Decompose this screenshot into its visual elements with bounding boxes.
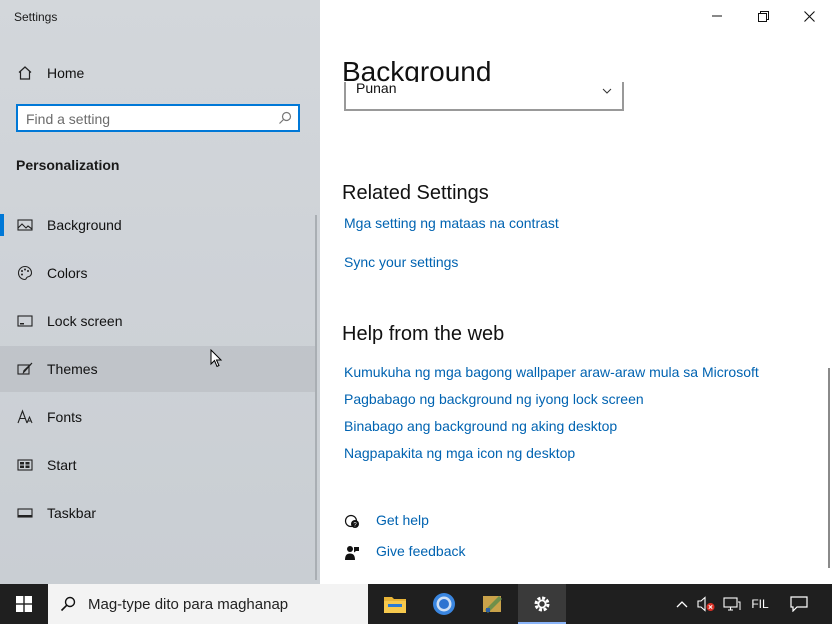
show-hidden-icons-button[interactable]: [672, 584, 692, 624]
get-help-link[interactable]: Get help: [376, 512, 429, 528]
network-button[interactable]: [720, 584, 744, 624]
palette-icon: [17, 265, 33, 281]
search-icon[interactable]: [278, 111, 292, 125]
chrome-taskbar-button[interactable]: [420, 584, 468, 624]
input-language-button[interactable]: FIL: [746, 584, 774, 624]
home-nav-item[interactable]: Home: [0, 58, 320, 88]
close-icon: [803, 10, 815, 22]
restore-button[interactable]: [740, 0, 786, 32]
sidebar-item-label: Themes: [47, 361, 98, 377]
settings-search-box[interactable]: [16, 104, 300, 132]
settings-icon: [534, 596, 550, 612]
file-explorer-icon: [384, 597, 406, 613]
dropdown-value: Punan: [356, 82, 397, 96]
taskbar-search-box[interactable]: Mag-type dito para maghanap: [48, 584, 368, 624]
high-contrast-settings-link[interactable]: Mga setting ng mataas na contrast: [344, 215, 559, 231]
sidebar-item-themes[interactable]: Themes: [0, 346, 316, 392]
input-language-label: FIL: [751, 597, 769, 611]
sidebar-scrollbar[interactable]: [315, 215, 317, 580]
sidebar: Settings Home Personalization Background…: [0, 0, 320, 584]
network-icon: [723, 597, 741, 611]
sidebar-item-label: Start: [47, 457, 77, 473]
sidebar-item-start[interactable]: Start: [0, 442, 316, 488]
search-icon: [60, 596, 76, 612]
minimize-button[interactable]: [694, 0, 740, 32]
sidebar-item-label: Colors: [47, 265, 88, 281]
related-settings-heading: Related Settings: [342, 182, 489, 204]
sidebar-item-taskbar[interactable]: Taskbar: [0, 490, 316, 536]
sidebar-item-lock-screen[interactable]: Lock screen: [0, 298, 316, 344]
sidebar-item-colors[interactable]: Colors: [0, 250, 316, 296]
sidebar-item-background[interactable]: Background: [0, 202, 316, 248]
section-title: Personalization: [16, 157, 120, 173]
sidebar-item-label: Background: [47, 217, 122, 233]
taskbar: Mag-type dito para maghanap FIL: [0, 584, 832, 624]
file-explorer-taskbar-button[interactable]: [371, 584, 419, 624]
feedback-icon: [345, 546, 359, 560]
lock-screen-icon: [17, 315, 33, 327]
start-button[interactable]: [0, 584, 48, 624]
content-pane: Background Punan Related Settings Mga se…: [320, 0, 832, 584]
themes-icon: [17, 362, 33, 375]
sidebar-item-label: Fonts: [47, 409, 83, 425]
volume-muted-icon: [697, 596, 715, 612]
sync-settings-link[interactable]: Sync your settings: [344, 254, 458, 270]
get-help-icon: ?: [344, 514, 359, 529]
chevron-up-icon: [676, 601, 688, 608]
fit-dropdown[interactable]: Punan: [344, 82, 624, 111]
sidebar-item-label: Lock screen: [47, 313, 123, 329]
app-title: Settings: [14, 10, 58, 24]
give-feedback-link[interactable]: Give feedback: [376, 543, 466, 559]
windows-logo-icon: [16, 596, 32, 612]
help-link-daily-wallpapers[interactable]: Kumukuha ng mga bagong wallpaper araw-ar…: [344, 364, 759, 380]
home-label: Home: [47, 65, 85, 81]
help-web-heading: Help from the web: [342, 323, 505, 345]
mouse-cursor-icon: [210, 349, 223, 368]
action-center-button[interactable]: [784, 584, 814, 624]
search-input[interactable]: [26, 110, 266, 128]
help-link-desktop-icons[interactable]: Nagpapakita ng mga icon ng desktop: [344, 445, 575, 461]
fonts-icon: [17, 409, 33, 424]
notifications-icon: [790, 596, 808, 612]
chrome-icon: [433, 593, 455, 615]
close-button[interactable]: [786, 0, 832, 32]
picture-icon: [17, 219, 33, 231]
minimize-icon: [712, 15, 722, 17]
content-scrollbar[interactable]: [828, 368, 830, 568]
restore-icon: [757, 10, 769, 22]
sidebar-item-fonts[interactable]: Fonts: [0, 394, 316, 440]
taskbar-search-placeholder: Mag-type dito para maghanap: [88, 596, 289, 613]
chevron-down-icon: [602, 88, 612, 94]
home-icon: [18, 66, 32, 80]
paint-icon: [483, 596, 502, 613]
help-link-desktop-background[interactable]: Binabago ang background ng aking desktop: [344, 418, 617, 434]
start-icon: [17, 459, 33, 471]
taskbar-icon: [17, 508, 33, 518]
help-link-lock-screen-background[interactable]: Pagbabago ng background ng iyong lock sc…: [344, 391, 644, 407]
sidebar-item-label: Taskbar: [47, 505, 97, 521]
paint-taskbar-button[interactable]: [469, 584, 517, 624]
volume-muted-button[interactable]: [694, 584, 718, 624]
settings-taskbar-button[interactable]: [518, 584, 566, 624]
